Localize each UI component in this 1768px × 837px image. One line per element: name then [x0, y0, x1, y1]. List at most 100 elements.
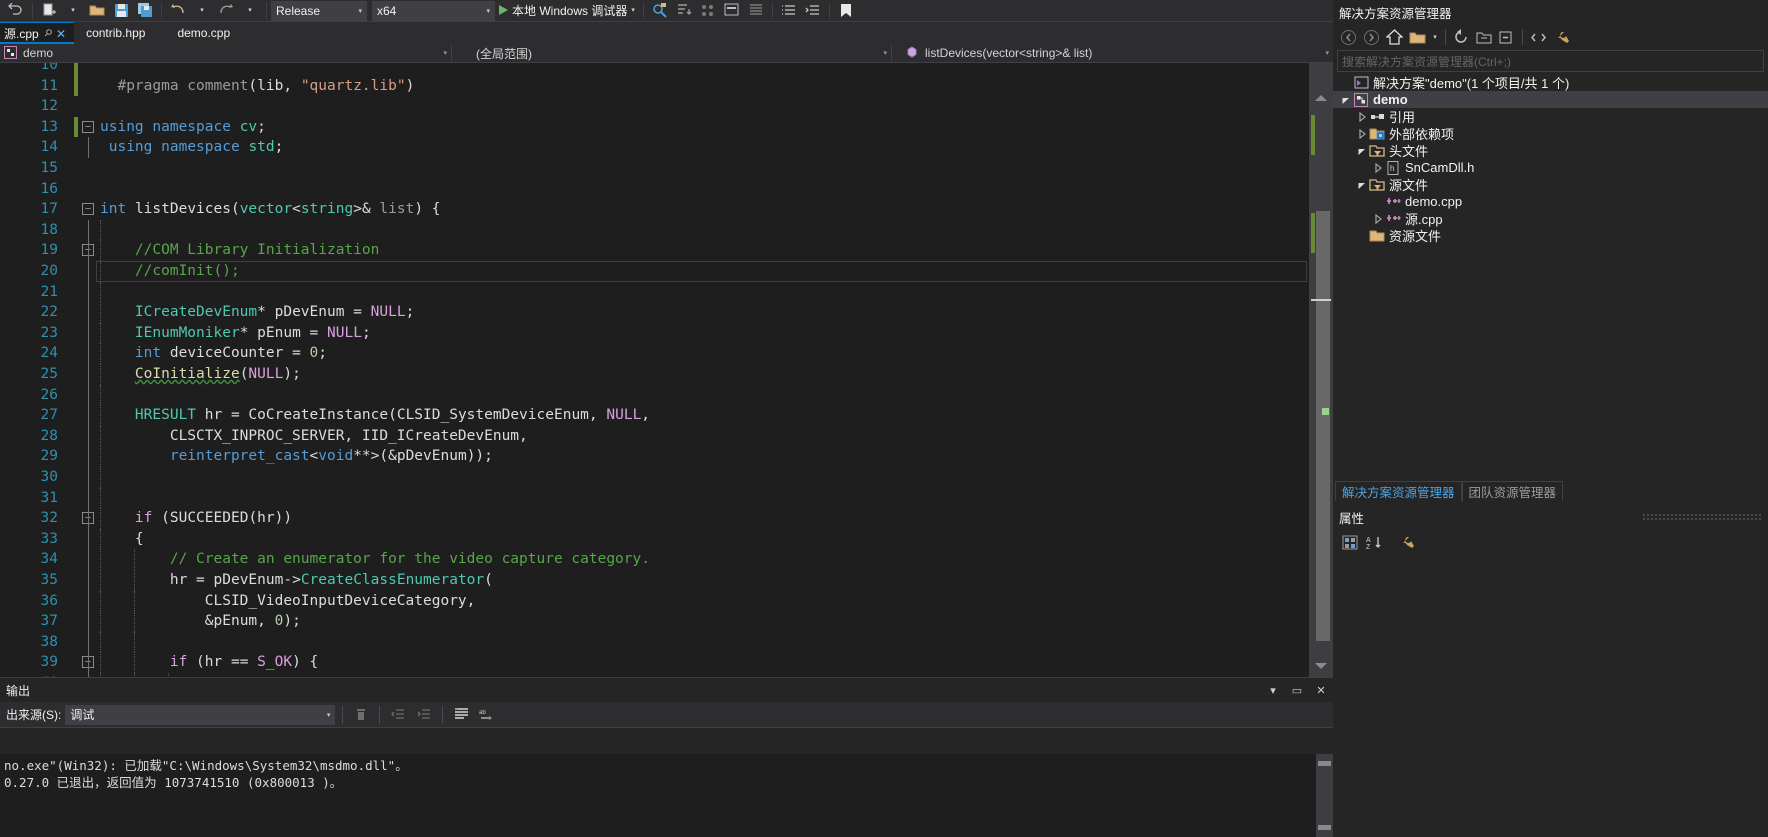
chevron-down-icon[interactable]	[1355, 180, 1369, 190]
scrollbar-thumb[interactable]	[1316, 211, 1330, 641]
list-icon[interactable]	[744, 0, 768, 21]
editor-vertical-scrollbar[interactable]	[1309, 63, 1333, 677]
code-line[interactable]: 20 //comInit();	[0, 261, 1309, 282]
code-line[interactable]: 14 using namespace std;	[0, 137, 1309, 158]
tab-solution-explorer[interactable]: 解决方案资源管理器	[1335, 481, 1462, 501]
code-line[interactable]: 26	[0, 384, 1309, 406]
code-line[interactable]: 28 CLSCTX_INPROC_SERVER, IID_ICreateDevE…	[0, 425, 1309, 447]
find-message-icon[interactable]: ab	[476, 704, 498, 726]
code-line[interactable]: 39– if (hr == S_OK) {	[0, 652, 1309, 673]
undo-dropdown-icon[interactable]: ▾	[190, 0, 214, 21]
back-icon[interactable]	[1337, 26, 1359, 48]
code-line[interactable]: 10	[0, 63, 1309, 76]
chevron-down-icon[interactable]: ▾	[883, 49, 887, 57]
chevron-down-icon[interactable]: ▾	[486, 7, 490, 15]
go-to-next-message-icon[interactable]	[413, 704, 435, 726]
bookmark-icon[interactable]	[834, 0, 858, 21]
pending-changes-icon[interactable]	[1406, 26, 1428, 48]
tree-node[interactable]: 引用	[1333, 108, 1768, 125]
tree-node[interactable]: 源文件	[1333, 176, 1768, 193]
drag-grip[interactable]	[1642, 513, 1762, 520]
project-selector[interactable]: demo ▾	[0, 43, 452, 63]
code-line[interactable]: 29 reinterpret_cast<void**>(&pDevEnum));	[0, 446, 1309, 467]
chevron-down-icon[interactable]: ▾	[631, 6, 635, 14]
chevron-right-icon[interactable]	[1355, 111, 1369, 122]
tab-team-explorer[interactable]: 团队资源管理器	[1461, 481, 1564, 501]
chevron-right-icon[interactable]	[1355, 128, 1369, 139]
pin-icon[interactable]: ⚲	[41, 27, 54, 40]
uncomment-icon[interactable]	[801, 0, 825, 21]
fold-toggle-icon[interactable]: –	[82, 120, 94, 133]
chevron-down-icon[interactable]: ▾	[1429, 26, 1441, 48]
code-line[interactable]: 31	[0, 487, 1309, 509]
chevron-down-icon[interactable]: ▾	[358, 7, 362, 15]
chevron-down-icon[interactable]	[1355, 146, 1369, 156]
chevron-down-icon[interactable]: ▾	[1265, 682, 1281, 698]
code-line[interactable]: 38	[0, 631, 1309, 653]
solution-explorer-search-input[interactable]: 搜索解决方案资源管理器(Ctrl+;)	[1337, 50, 1764, 72]
fold-toggle-icon[interactable]: –	[82, 203, 94, 216]
tree-node[interactable]: 资源文件	[1333, 227, 1768, 244]
code-line[interactable]: 33 {	[0, 528, 1309, 550]
code-line[interactable]: 18	[0, 219, 1309, 241]
window-icon[interactable]	[720, 0, 744, 21]
save-all-icon[interactable]	[133, 0, 157, 21]
code-line[interactable]: 36 CLSID_VideoInputDeviceCategory,	[0, 590, 1309, 612]
tree-node[interactable]: h SnCamDll.h	[1333, 159, 1768, 176]
code-line[interactable]: 30	[0, 467, 1309, 488]
show-all-files-icon[interactable]	[1473, 26, 1495, 48]
tree-node[interactable]: 解决方案"demo"(1 个项目/共 1 个)	[1333, 74, 1768, 91]
code-line[interactable]: 37 &pEnum, 0);	[0, 611, 1309, 632]
output-text[interactable]: no.exe"(Win32): 已加载"C:\Windows\System32\…	[0, 754, 1333, 837]
float-icon[interactable]: ▭	[1289, 682, 1305, 698]
tab-contrib-hpp[interactable]: contrib.hpp	[74, 22, 153, 44]
scroll-up-icon[interactable]	[1309, 87, 1333, 109]
collapse-all-icon[interactable]	[1496, 26, 1518, 48]
code-line[interactable]: 21	[0, 281, 1309, 303]
output-vertical-scrollbar[interactable]	[1316, 754, 1333, 837]
new-item-icon[interactable]	[37, 0, 61, 21]
close-icon[interactable]: ✕	[1313, 682, 1329, 698]
comment-icon[interactable]	[777, 0, 801, 21]
dropdown-arrow-icon[interactable]: ▾	[61, 0, 85, 21]
close-icon[interactable]: ✕	[56, 27, 66, 41]
go-to-previous-message-icon[interactable]	[387, 704, 409, 726]
chevron-down-icon[interactable]: ▾	[1325, 49, 1329, 57]
solution-explorer-tree[interactable]: 解决方案"demo"(1 个项目/共 1 个) demo 引用 外部依赖项 头文件 h Sn…	[1333, 72, 1768, 244]
tab-source-cpp[interactable]: 源.cpp ⚲ ✕	[0, 22, 75, 44]
properties-page-icon[interactable]	[1395, 532, 1417, 554]
code-text-area[interactable]: 10 11 #pragma comment(lib, "quartz.lib") 1…	[0, 63, 1309, 677]
scope-selector[interactable]: (全局范围) ▾	[452, 43, 892, 63]
code-line[interactable]: 27 HRESULT hr = CoCreateInstance(CLSID_S…	[0, 405, 1309, 426]
chevron-right-icon[interactable]	[1371, 213, 1385, 224]
toggle-wordwrap-icon[interactable]	[450, 704, 472, 726]
solution-platform-combo[interactable]: x64 ▾	[372, 1, 495, 21]
view-code-icon[interactable]	[1527, 26, 1549, 48]
code-line[interactable]: 13 – using namespace cv;	[0, 116, 1309, 138]
code-line[interactable]: 22 ICreateDevEnum* pDevEnum = NULL;	[0, 302, 1309, 323]
code-line[interactable]: 16	[0, 179, 1309, 200]
code-line[interactable]: 32– if (SUCCEEDED(hr))	[0, 508, 1309, 529]
solution-configuration-combo[interactable]: Release ▾	[271, 1, 367, 21]
attach-icon[interactable]	[696, 0, 720, 21]
home-icon[interactable]	[1383, 26, 1405, 48]
chevron-down-icon[interactable]	[1339, 95, 1353, 105]
tree-node[interactable]: demo	[1333, 91, 1768, 108]
member-selector[interactable]: listDevices(vector<string>& list) ▾	[892, 44, 1333, 63]
code-line[interactable]: 23 IEnumMoniker* pEnum = NULL;	[0, 322, 1309, 344]
code-line[interactable]: 11 #pragma comment(lib, "quartz.lib")	[0, 75, 1309, 97]
alphabetical-icon[interactable]: AZ	[1363, 532, 1385, 554]
tree-node[interactable]: demo.cpp	[1333, 193, 1768, 210]
refresh-icon[interactable]	[1450, 26, 1472, 48]
tree-node[interactable]: 源.cpp	[1333, 210, 1768, 227]
step-icon[interactable]	[672, 0, 696, 21]
code-line[interactable]: 12	[0, 96, 1309, 117]
code-line[interactable]: 19– //COM Library Initialization	[0, 240, 1309, 261]
chevron-right-icon[interactable]	[1371, 162, 1385, 173]
save-icon[interactable]	[109, 0, 133, 21]
redo-dropdown-icon[interactable]: ▾	[238, 0, 262, 21]
properties-wrench-icon[interactable]	[1550, 26, 1572, 48]
undo-icon[interactable]	[4, 0, 28, 21]
code-line[interactable]: 34 // Create an enumerator for the video…	[0, 549, 1309, 570]
scroll-down-icon[interactable]	[1309, 655, 1333, 677]
